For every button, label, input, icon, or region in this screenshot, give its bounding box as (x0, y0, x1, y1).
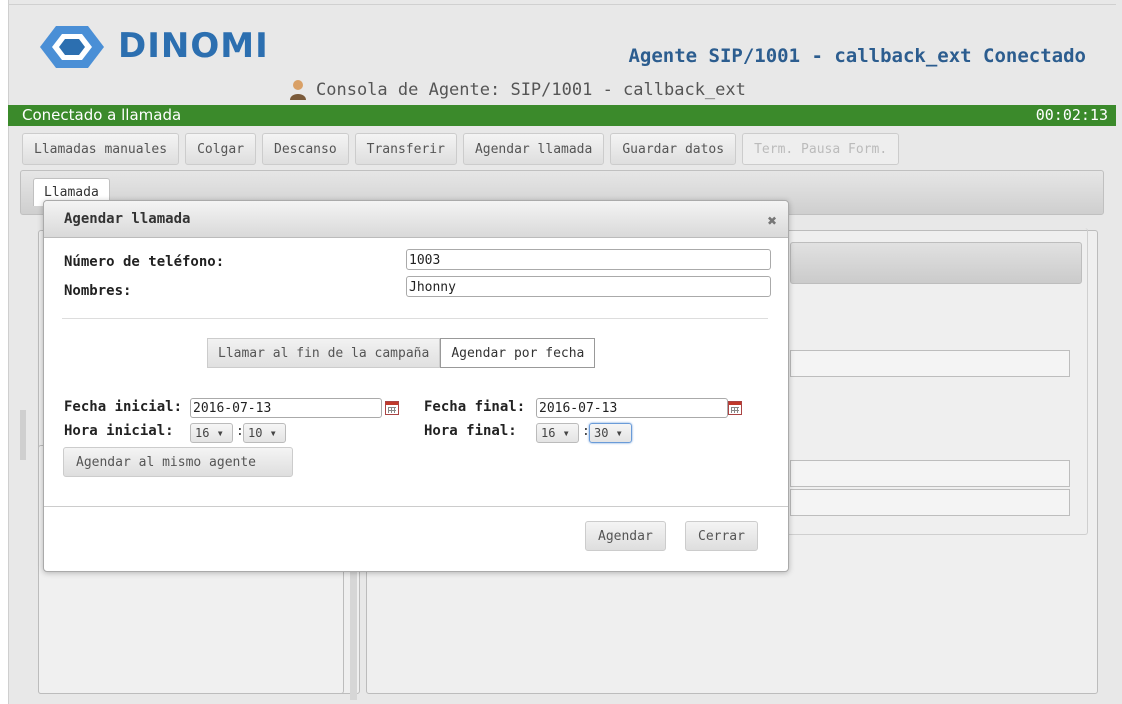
right-form-field[interactable] (790, 460, 1070, 487)
save-data-button[interactable]: Guardar datos (610, 133, 737, 165)
footer-divider (44, 506, 788, 507)
right-form-field[interactable] (790, 489, 1070, 516)
end-form-pause-button[interactable]: Term. Pausa Form. (742, 133, 900, 165)
break-button[interactable]: Descanso (262, 133, 349, 165)
top-border (8, 4, 1116, 5)
agent-toolbar: Llamadas manuales Colgar Descanso Transf… (22, 133, 900, 165)
schedule-call-button[interactable]: Agendar llamada (462, 133, 605, 165)
start-date-input[interactable]: 2016-07-13 (190, 398, 382, 418)
call-status-bar: Conectado a llamada 00:02:13 (8, 105, 1116, 126)
start-minute-value: 10 (248, 426, 263, 440)
agent-status-title: Agente SIP/1001 - callback_ext Conectado (628, 45, 1086, 67)
dialog-title: Agendar llamada (64, 211, 191, 227)
close-button[interactable]: Cerrar (685, 521, 758, 551)
manual-calls-button[interactable]: Llamadas manuales (22, 133, 180, 165)
agent-person-icon (290, 80, 306, 100)
logo-hexagon-icon (40, 26, 104, 68)
end-date-input[interactable]: 2016-07-13 (536, 398, 728, 418)
end-hour-select[interactable]: 16 ▾ (536, 423, 579, 443)
end-minute-value: 30 (594, 426, 609, 440)
start-date-label: Fecha inicial: (64, 399, 183, 415)
schedule-mode-toggle: Llamar al fin de la campaña Agendar por … (207, 338, 596, 368)
same-agent-button[interactable]: Agendar al mismo agente (63, 447, 293, 477)
schedule-by-date-option[interactable]: Agendar por fecha (440, 338, 596, 368)
right-form-header (790, 242, 1082, 284)
schedule-call-dialog: Agendar llamada ✖ Número de teléfono: 10… (43, 200, 789, 572)
close-icon[interactable]: ✖ (764, 213, 780, 229)
phone-input[interactable]: 1003 (406, 249, 771, 270)
dialog-header: Agendar llamada ✖ (44, 201, 788, 238)
logo-text: DINOMI (118, 26, 269, 66)
end-date-label: Fecha final: (424, 399, 526, 415)
console-title: Consola de Agente: SIP/1001 - callback_e… (288, 79, 746, 101)
names-label: Nombres: (64, 283, 132, 299)
transfer-button[interactable]: Transferir (354, 133, 457, 165)
start-minute-select[interactable]: 10 ▾ (243, 423, 286, 443)
end-minute-select[interactable]: 30 ▾ (589, 423, 632, 443)
start-hour-value: 16 (195, 426, 210, 440)
hangup-button[interactable]: Colgar (185, 133, 257, 165)
phone-label: Número de teléfono: (64, 254, 225, 270)
end-time-label: Hora final: (424, 423, 517, 439)
names-input[interactable]: Jhonny (406, 276, 771, 297)
schedule-button[interactable]: Agendar (585, 521, 666, 551)
start-calendar-icon[interactable] (385, 401, 399, 415)
right-form-field[interactable] (790, 350, 1070, 377)
call-status-text: Conectado a llamada (22, 106, 182, 124)
divider (62, 318, 768, 319)
end-of-campaign-option[interactable]: Llamar al fin de la campaña (207, 338, 441, 368)
end-hour-value: 16 (541, 426, 556, 440)
call-timer: 00:02:13 (1035, 106, 1108, 124)
end-calendar-icon[interactable] (728, 401, 742, 415)
start-time-label: Hora inicial: (64, 423, 174, 439)
left-scroll-handle[interactable] (20, 410, 26, 460)
dinomi-logo: DINOMI (38, 22, 278, 72)
console-title-text: Consola de Agente: SIP/1001 - callback_e… (316, 80, 746, 100)
start-hour-select[interactable]: 16 ▾ (190, 423, 233, 443)
